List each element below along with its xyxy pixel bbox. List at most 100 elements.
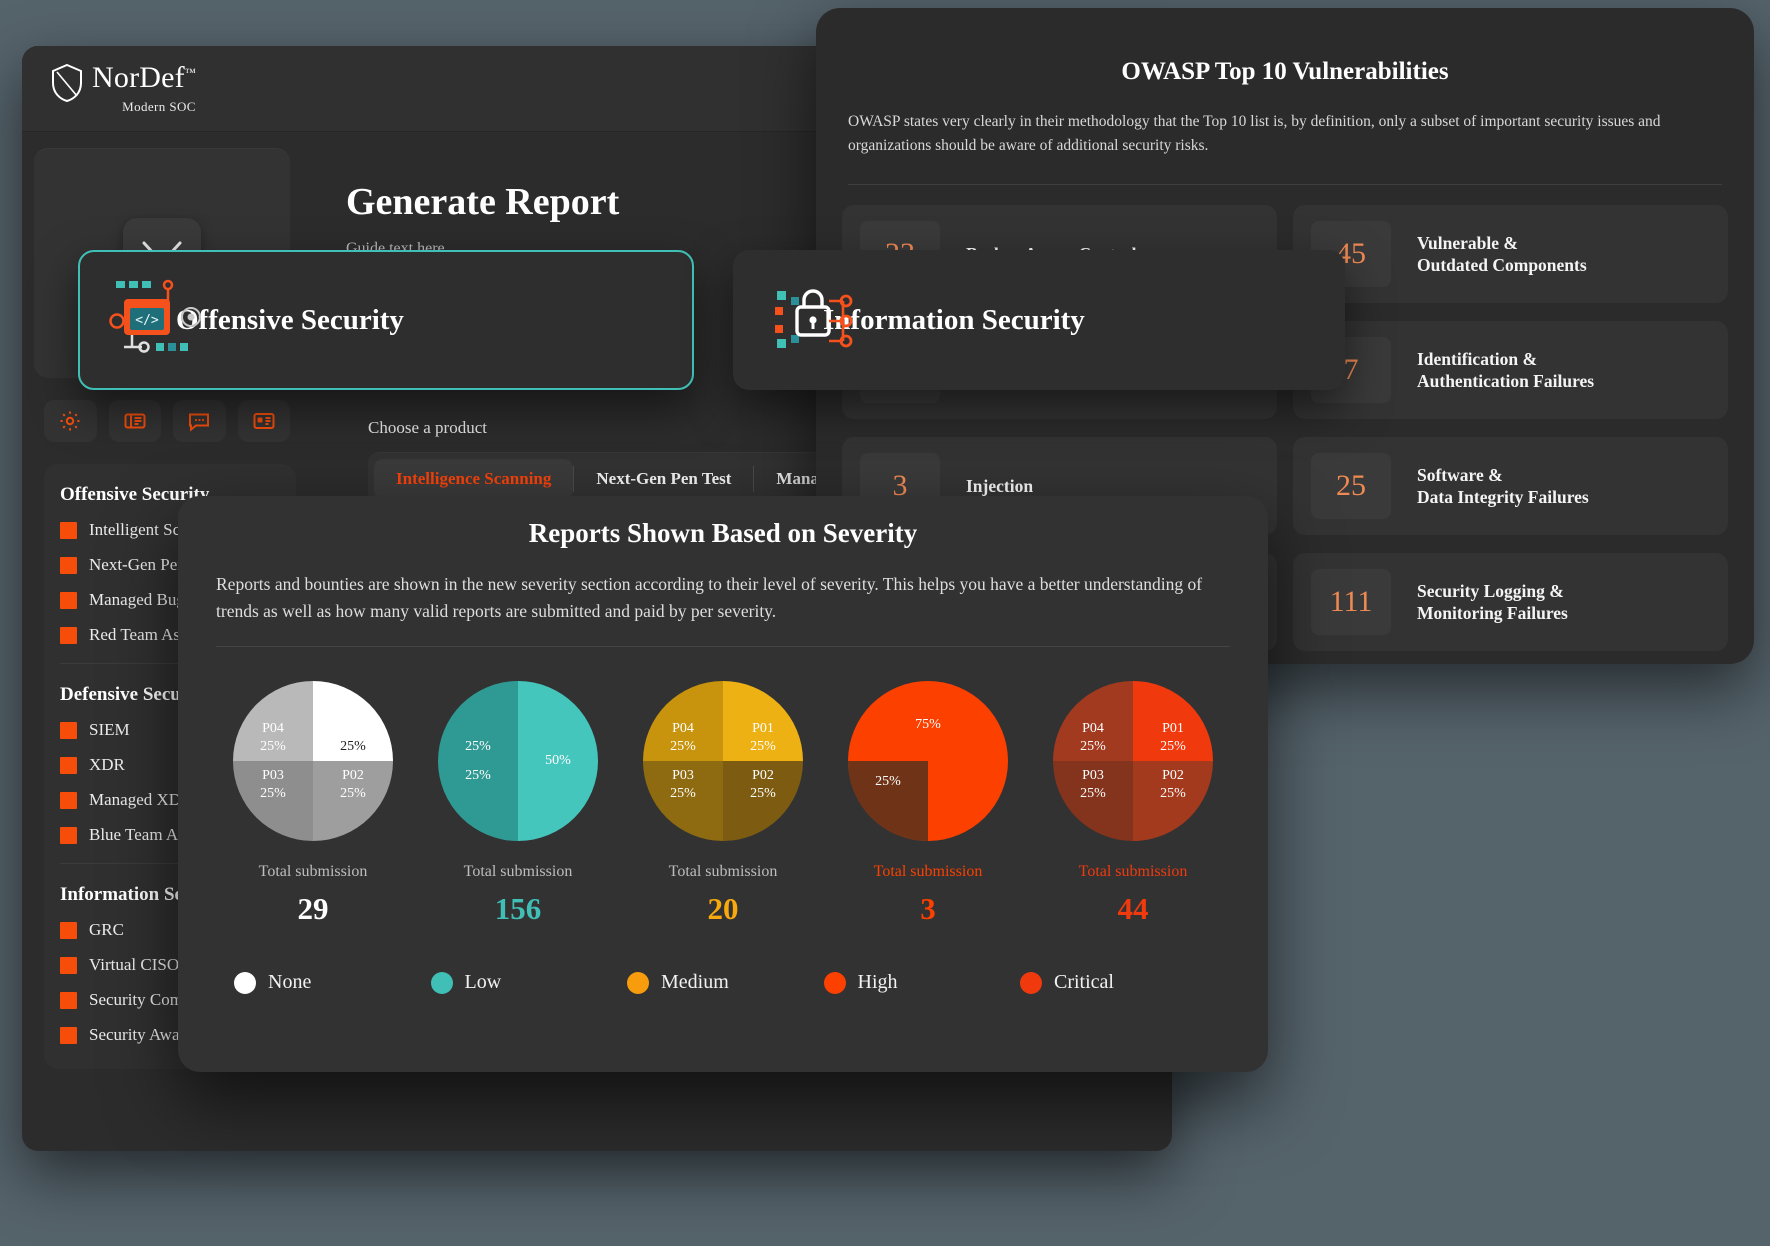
- chat-icon-button[interactable]: [173, 400, 226, 442]
- pie-slice: 25%: [313, 681, 393, 762]
- pie-slice-label: P01 25%: [750, 721, 776, 754]
- pie-chart-none[interactable]: P04 25% 25% P03 25% P02 25%: [233, 681, 393, 842]
- pie-caption: Total submission: [668, 863, 778, 881]
- legend-label: Low: [464, 971, 502, 994]
- pie-total: 3: [920, 891, 936, 927]
- swatch-icon: [60, 991, 77, 1009]
- severity-modal: Reports Shown Based on Severity Reports …: [178, 496, 1268, 1072]
- id-card-icon: [253, 413, 275, 429]
- pie-slice-label: P04 25%: [670, 721, 696, 754]
- legend-item-none: None: [234, 971, 426, 994]
- pie-chart-critical[interactable]: P04 25% P01 25% P03 25% P02 25%: [1053, 681, 1213, 842]
- legend-label: Medium: [661, 971, 729, 994]
- lock-circuit-icon: [775, 289, 853, 348]
- pie-col-medium: P04 25% P01 25% P03 25% P02 25% Total su…: [632, 681, 814, 927]
- pie-slice: P02 25%: [313, 761, 393, 842]
- pie-slice: P04 25%: [233, 681, 313, 762]
- pie-slice-label: P04 25%: [1080, 721, 1106, 754]
- pie-slice-label: P04 25%: [260, 721, 286, 754]
- pie-slice-label: 25%: [465, 738, 491, 754]
- severity-legend: None Low Medium High Critical: [234, 971, 1212, 994]
- severity-title: Reports Shown Based on Severity: [528, 518, 918, 548]
- pie-slice: P01 25%: [723, 681, 803, 762]
- pie-slice: P02 25%: [1133, 761, 1213, 842]
- category-card-information-security[interactable]: Information Security: [733, 250, 1345, 390]
- pie-slice: P04 25%: [1053, 681, 1133, 762]
- legend-item-medium: Medium: [627, 971, 819, 994]
- swatch-icon: [60, 921, 77, 939]
- pie-col-none: P04 25% 25% P03 25% P02 25% Total submis…: [222, 681, 404, 927]
- pie-total: 20: [707, 891, 739, 927]
- pie-slice: 25%: [438, 681, 518, 762]
- swatch-icon: [60, 826, 77, 844]
- swatch-icon: [60, 556, 77, 574]
- pie-slice-label: 25%: [875, 774, 901, 790]
- swatch-icon: [60, 591, 77, 609]
- legend-label: Critical: [1054, 971, 1114, 994]
- vuln-count: 111: [1311, 569, 1391, 636]
- swatch-icon: [60, 956, 77, 974]
- vuln-card[interactable]: 7 Identification & Authentication Failur…: [1293, 321, 1728, 420]
- owasp-divider: [848, 184, 1722, 186]
- legend-dot-icon: [1020, 971, 1042, 994]
- pie-slice-label: P01 25%: [1160, 721, 1186, 754]
- pie-caption: Total submission: [873, 863, 983, 881]
- swatch-icon: [60, 521, 77, 539]
- severity-divider: [216, 646, 1230, 648]
- vuln-card[interactable]: 111 Security Logging & Monitoring Failur…: [1293, 553, 1728, 652]
- pie-chart-medium[interactable]: P04 25% P01 25% P03 25% P02 25%: [643, 681, 803, 842]
- pie-slice: P04 25%: [643, 681, 723, 762]
- legend-item-low: Low: [430, 971, 623, 994]
- ticket-icon-button[interactable]: [108, 400, 161, 442]
- pie-slice-label: P02 25%: [1160, 768, 1186, 801]
- pie-slice: 50%: [518, 681, 598, 842]
- brand-name: NorDef™: [92, 60, 196, 94]
- sidebar-item-label: XDR: [89, 755, 125, 774]
- pie-slice: P01 25%: [1133, 681, 1213, 762]
- legend-item-high: High: [823, 971, 1016, 994]
- chat-icon: [189, 413, 210, 432]
- swatch-icon: [60, 791, 77, 809]
- pie-caption: Total submission: [1078, 863, 1188, 881]
- tab-next-gen-pen-test[interactable]: Next-Gen Pen Test: [574, 459, 753, 499]
- sidebar-icon-row: [44, 400, 290, 442]
- legend-dot-icon: [234, 971, 256, 994]
- brand-logo[interactable]: NorDef™ Modern SOC: [50, 60, 196, 115]
- severity-pie-row: P04 25% 25% P03 25% P02 25% Total submis…: [222, 681, 1224, 927]
- legend-label: None: [268, 971, 312, 994]
- category-card-offensive-security[interactable]: </> Offensive Security: [78, 250, 694, 390]
- gear-icon-button[interactable]: [44, 400, 97, 442]
- vuln-label: Identification & Authentication Failures: [1417, 348, 1595, 392]
- pie-total: 44: [1117, 891, 1149, 927]
- pie-slice-label: P03 25%: [260, 768, 286, 801]
- pie-slice-label: 75%: [915, 717, 941, 733]
- pie-slice-label: P03 25%: [670, 768, 696, 801]
- ticket-icon: [124, 413, 146, 429]
- brand-subtitle: Modern SOC: [122, 98, 196, 114]
- vuln-label: Vulnerable & Outdated Components: [1417, 232, 1587, 276]
- pie-total: 156: [494, 891, 542, 927]
- id-card-icon-button[interactable]: [237, 400, 290, 442]
- sidebar-item-label: Virtual CISO: [89, 955, 180, 974]
- pie-total: 29: [297, 891, 329, 927]
- pie-chart-high[interactable]: 25% 75%: [848, 681, 1008, 842]
- pie-slice: P03 25%: [1053, 761, 1133, 842]
- tab-intelligence-scanning[interactable]: Intelligence Scanning: [374, 459, 574, 499]
- vuln-card[interactable]: 45 Vulnerable & Outdated Components: [1293, 205, 1728, 304]
- code-window-gear-icon: </>: [109, 279, 201, 353]
- gear-icon: [60, 411, 80, 431]
- pie-slice: P02 25%: [723, 761, 803, 842]
- pie-slice-label: 25%: [340, 738, 366, 754]
- swatch-icon: [60, 1026, 77, 1044]
- vuln-card[interactable]: 25 Software & Data Integrity Failures: [1293, 437, 1728, 536]
- pie-slice-label: P02 25%: [340, 768, 366, 801]
- legend-label: High: [857, 971, 898, 994]
- owasp-title: OWASP Top 10 Vulnerabilities: [1121, 58, 1449, 85]
- pie-chart-low[interactable]: 50% 25% 25%: [438, 681, 598, 842]
- brand-name-text: NorDef: [92, 60, 185, 94]
- shield-icon: [52, 63, 82, 102]
- swatch-icon: [60, 721, 77, 739]
- pie-col-critical: P04 25% P01 25% P03 25% P02 25% Total su…: [1042, 681, 1224, 927]
- pie-slice-label: P03 25%: [1080, 768, 1106, 801]
- pie-slice-label: P02 25%: [750, 768, 776, 801]
